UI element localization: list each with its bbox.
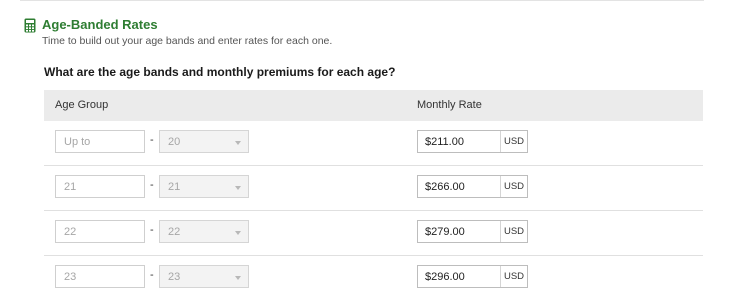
currency-addon: USD (500, 176, 527, 197)
calculator-icon (24, 18, 36, 33)
age-to-value: 22 (168, 226, 181, 238)
age-to-select[interactable]: 22 (159, 220, 249, 243)
range-separator: - (150, 134, 154, 146)
monthly-rate-value[interactable]: $296.00 (425, 271, 465, 283)
age-from-input[interactable]: 21 (55, 175, 145, 198)
range-separator: - (150, 179, 154, 191)
question-text: What are the age bands and monthly premi… (44, 65, 396, 79)
monthly-rate-field[interactable]: $279.00 USD (417, 220, 528, 243)
age-rate-table: Age Group Monthly Rate Up to - 20 $211.0… (44, 90, 703, 300)
chevron-down-icon (235, 276, 241, 280)
age-from-input[interactable]: 23 (55, 265, 145, 288)
range-separator: - (150, 224, 154, 236)
section-title: Age-Banded Rates (42, 17, 158, 32)
monthly-rate-value[interactable]: $279.00 (425, 226, 465, 238)
section-subtitle: Time to build out your age bands and ent… (42, 35, 333, 47)
currency-addon: USD (500, 221, 527, 242)
age-to-select[interactable]: 21 (159, 175, 249, 198)
monthly-rate-field[interactable]: $266.00 USD (417, 175, 528, 198)
monthly-rate-value[interactable]: $211.00 (425, 136, 464, 148)
monthly-rate-field[interactable]: $296.00 USD (417, 265, 528, 288)
age-to-value: 21 (168, 181, 181, 193)
currency-addon: USD (500, 266, 527, 287)
monthly-rate-value[interactable]: $266.00 (425, 181, 465, 193)
monthly-rate-field[interactable]: $211.00 USD (417, 130, 528, 153)
age-from-input[interactable]: 22 (55, 220, 145, 243)
column-header-monthly-rate: Monthly Rate (417, 99, 482, 111)
currency-addon: USD (500, 131, 527, 152)
chevron-down-icon (235, 186, 241, 190)
column-header-age-group: Age Group (55, 99, 109, 111)
range-separator: - (150, 269, 154, 281)
top-divider (20, 0, 704, 1)
chevron-down-icon (235, 141, 241, 145)
table-header: Age Group Monthly Rate (44, 90, 703, 121)
table-row: 21 - 21 $266.00 USD (44, 166, 703, 211)
table-row: Up to - 20 $211.00 USD (44, 121, 703, 166)
age-to-value: 23 (168, 271, 181, 283)
age-to-select[interactable]: 23 (159, 265, 249, 288)
age-to-select[interactable]: 20 (159, 130, 249, 153)
age-from-input[interactable]: Up to (55, 130, 145, 153)
age-to-value: 20 (168, 136, 181, 148)
chevron-down-icon (235, 231, 241, 235)
table-row: 23 - 23 $296.00 USD (44, 256, 703, 300)
table-row: 22 - 22 $279.00 USD (44, 211, 703, 256)
